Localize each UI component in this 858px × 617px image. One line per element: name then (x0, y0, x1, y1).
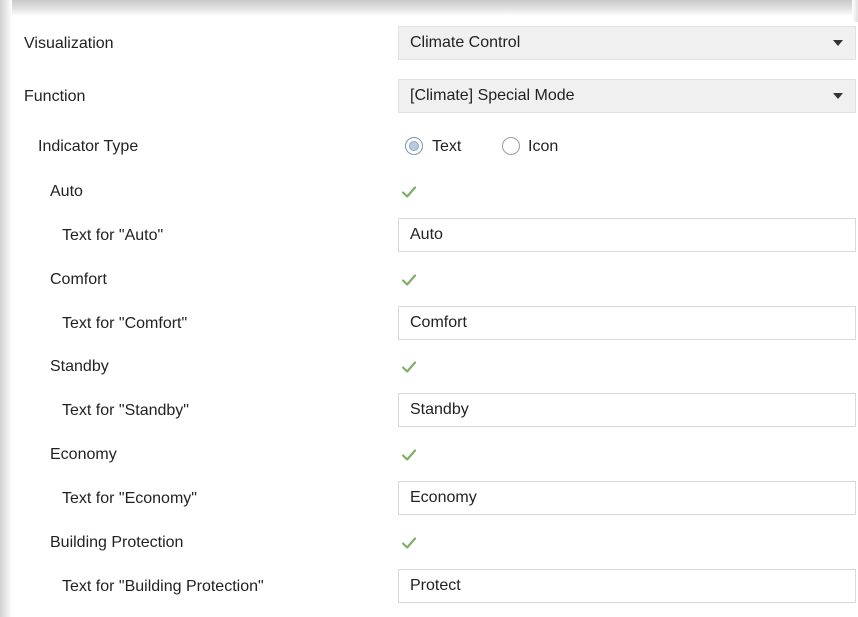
visualization-value: Climate Control (410, 34, 521, 51)
mode-row: Economy (16, 433, 858, 477)
mode-text-row: Text for "Building Protection" Protect (16, 565, 858, 609)
checkmark-icon[interactable] (400, 534, 418, 552)
radio-icon[interactable] (502, 137, 520, 155)
radio-text-label[interactable]: Text (432, 125, 461, 169)
radio-selected-dot (409, 141, 419, 151)
mode-label: Standby (50, 358, 109, 375)
mode-label: Auto (50, 183, 83, 200)
checkmark-icon[interactable] (400, 183, 418, 201)
mode-text-row: Text for "Auto" Auto (16, 214, 858, 258)
function-row: Function [Climate] Special Mode (16, 75, 858, 119)
radio-icon-label[interactable]: Icon (528, 125, 558, 169)
mode-text-input[interactable]: Standby (398, 393, 856, 427)
visualization-select[interactable]: Climate Control (398, 26, 856, 60)
mode-row: Building Protection (16, 521, 858, 565)
mode-text-label: Text for "Building Protection" (62, 578, 264, 595)
mode-text-row: Text for "Standby" Standby (16, 389, 858, 433)
mode-text-label: Text for "Auto" (62, 227, 164, 244)
mode-row: Auto (16, 170, 858, 214)
mode-text-row: Text for "Economy" Economy (16, 477, 858, 521)
indicator-type-label: Indicator Type (38, 138, 139, 155)
function-value: [Climate] Special Mode (410, 87, 575, 104)
window-shadow-left (0, 0, 12, 617)
mode-label: Building Protection (50, 534, 184, 551)
chevron-down-icon (833, 93, 843, 99)
mode-text-value: Economy (410, 489, 477, 506)
settings-window: Visualization Climate Control Function [… (0, 0, 858, 617)
function-select[interactable]: [Climate] Special Mode (398, 79, 856, 113)
mode-row: Comfort (16, 258, 858, 302)
parameter-panel: Visualization Climate Control Function [… (16, 22, 858, 617)
mode-text-input[interactable]: Economy (398, 481, 856, 515)
visualization-label: Visualization (24, 35, 114, 52)
mode-label: Comfort (50, 271, 107, 288)
checkmark-icon[interactable] (400, 358, 418, 376)
radio-text[interactable] (405, 137, 423, 155)
mode-text-value: Comfort (410, 314, 467, 331)
mode-text-value: Auto (410, 226, 443, 243)
checkmark-icon[interactable] (400, 271, 418, 289)
function-label: Function (24, 88, 86, 105)
visualization-row: Visualization Climate Control (16, 22, 858, 66)
mode-text-row: Text for "Comfort" Comfort (16, 302, 858, 346)
mode-row: Standby (16, 345, 858, 389)
mode-text-value: Standby (410, 401, 469, 418)
mode-label: Economy (50, 446, 117, 463)
mode-text-label: Text for "Standby" (62, 402, 189, 419)
checkmark-icon[interactable] (400, 446, 418, 464)
mode-text-label: Text for "Comfort" (62, 315, 188, 332)
mode-text-input[interactable]: Protect (398, 569, 856, 603)
window-shadow-top (0, 0, 858, 16)
indicator-type-row: Indicator Type Text Icon (16, 125, 858, 169)
chevron-down-icon (833, 40, 843, 46)
mode-text-label: Text for "Economy" (62, 490, 197, 507)
mode-text-input[interactable]: Comfort (398, 306, 856, 340)
mode-text-input[interactable]: Auto (398, 218, 856, 252)
mode-text-value: Protect (410, 577, 461, 594)
